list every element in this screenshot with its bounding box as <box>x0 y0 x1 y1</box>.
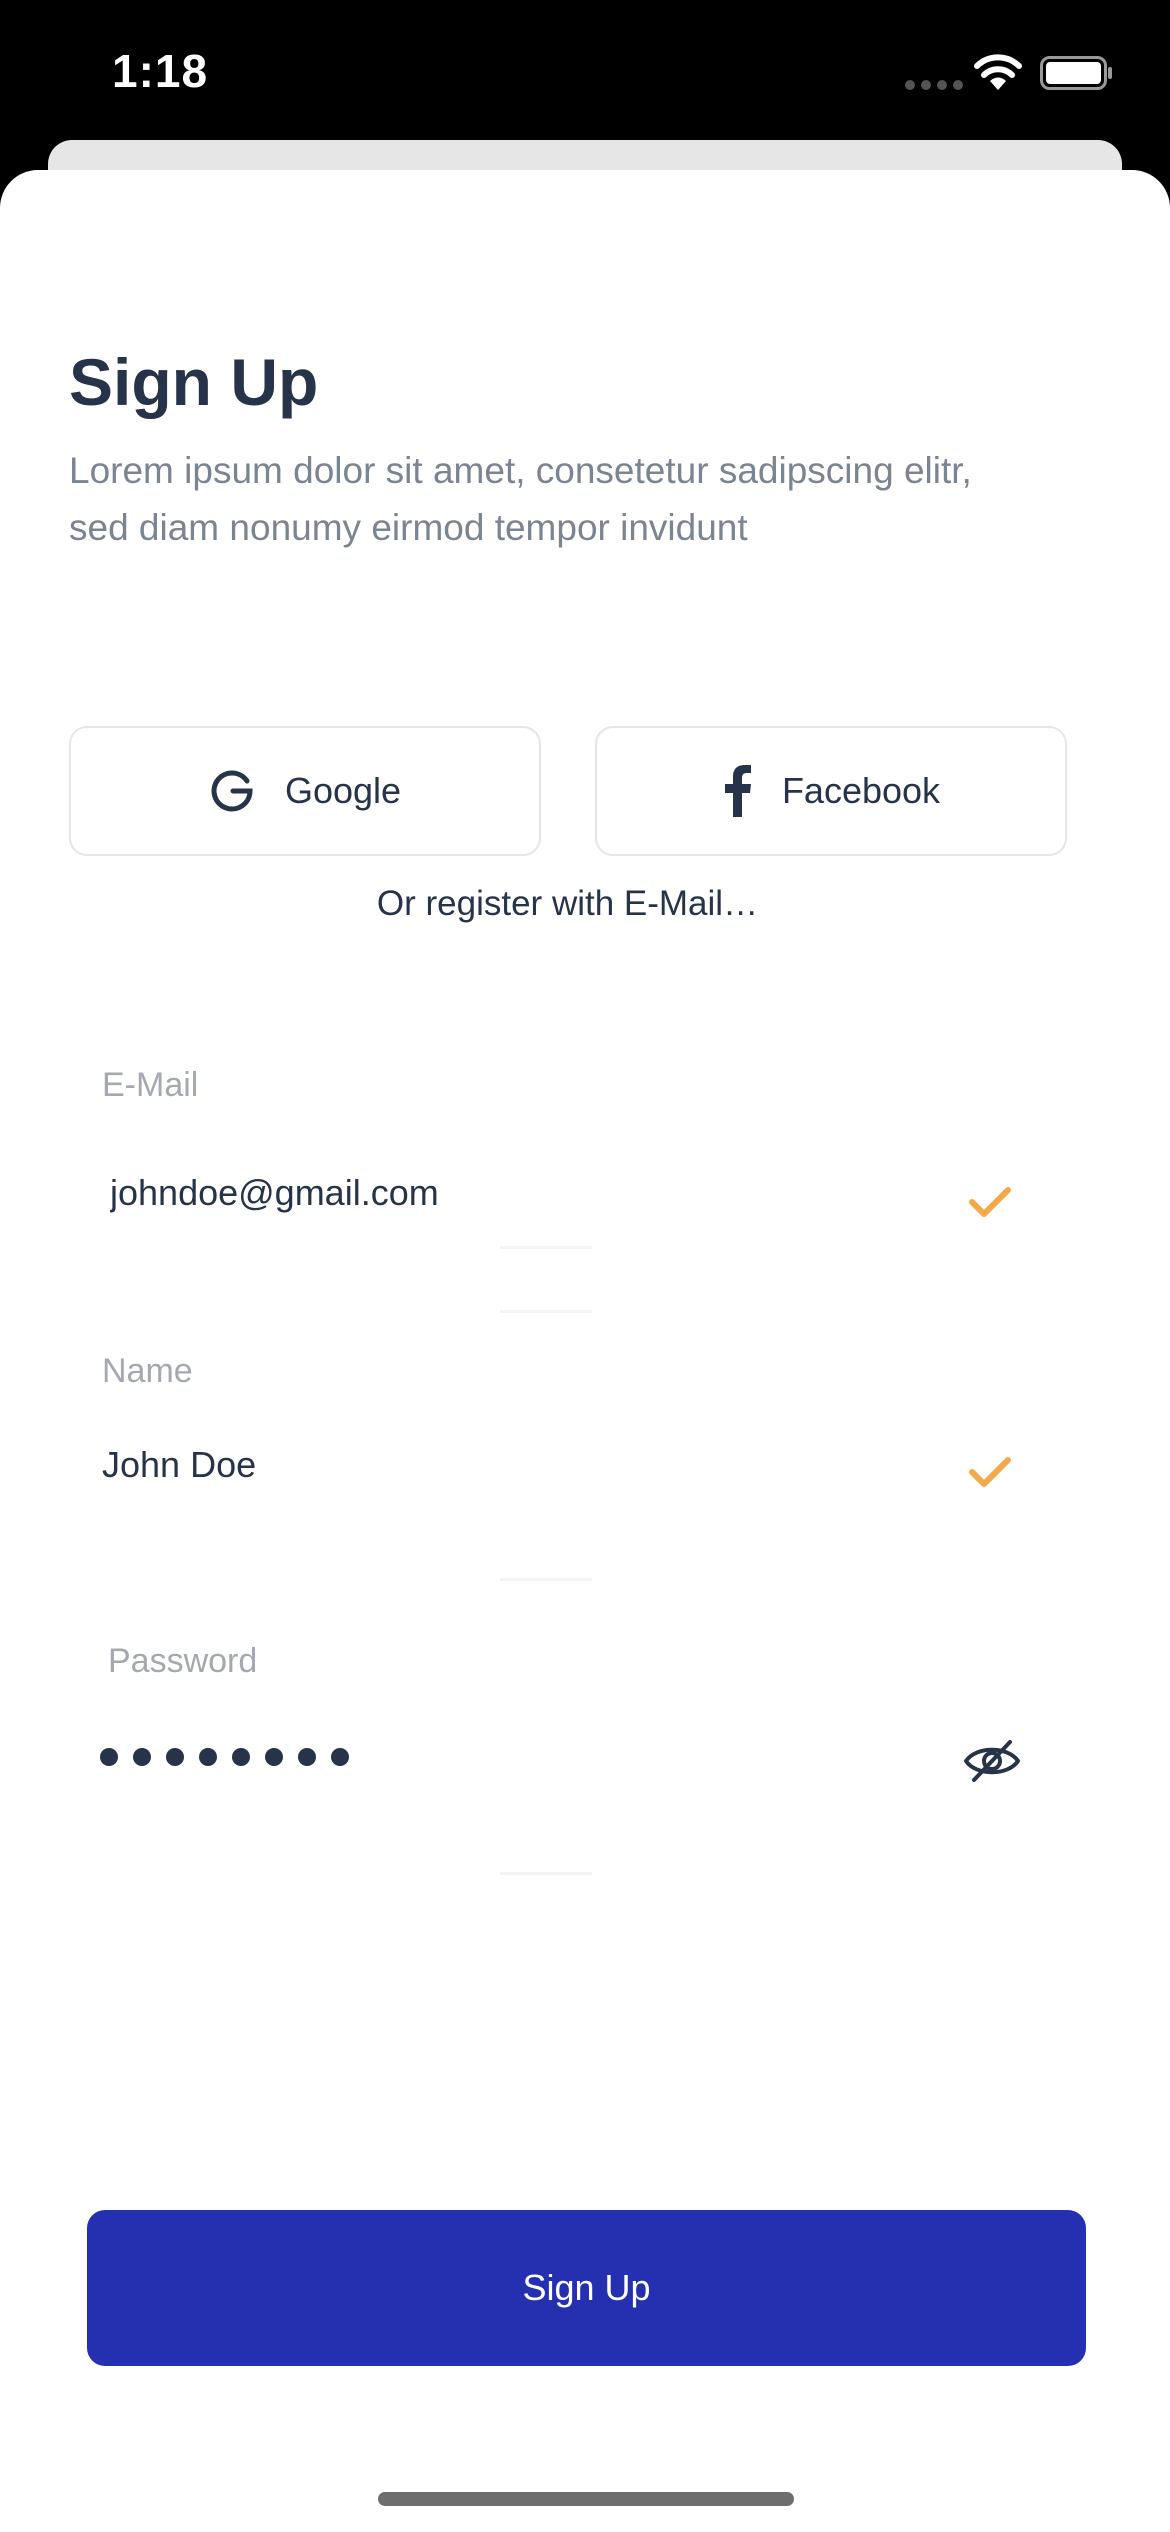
email-valid-check-icon <box>969 1187 1011 1217</box>
status-bar: 1:18 <box>0 0 1170 150</box>
email-underline <box>500 1310 592 1313</box>
facebook-signup-button[interactable]: Facebook <box>595 726 1067 856</box>
google-signup-button[interactable]: Google <box>69 726 541 856</box>
google-label: Google <box>284 770 402 811</box>
password-label: Password <box>108 1642 258 1680</box>
email-label: E-Mail <box>102 1066 199 1104</box>
email-field[interactable] <box>110 1168 910 1218</box>
facebook-icon <box>722 765 752 817</box>
facebook-label: Facebook <box>781 770 941 811</box>
page-subtitle: Lorem ipsum dolor sit amet, consetetur s… <box>69 450 972 548</box>
password-field[interactable] <box>100 1748 349 1766</box>
name-field[interactable] <box>102 1440 902 1490</box>
google-icon <box>209 768 255 814</box>
register-with-email-text: Or register with E-Mail… <box>376 884 759 923</box>
name-valid-check-icon <box>969 1457 1011 1487</box>
name-underline <box>500 1578 592 1581</box>
cellular-signal-icon <box>905 80 963 90</box>
password-underline <box>500 1872 592 1875</box>
wifi-icon <box>974 54 1022 90</box>
battery-icon <box>1040 56 1112 90</box>
email-divider <box>500 1246 592 1249</box>
status-time: 1:18 <box>112 45 209 97</box>
home-indicator <box>378 2492 794 2506</box>
page-title: Sign Up <box>69 345 319 419</box>
signup-button[interactable]: Sign Up <box>87 2210 1086 2366</box>
name-label: Name <box>102 1352 193 1390</box>
eye-slash-icon[interactable] <box>962 1738 1022 1784</box>
